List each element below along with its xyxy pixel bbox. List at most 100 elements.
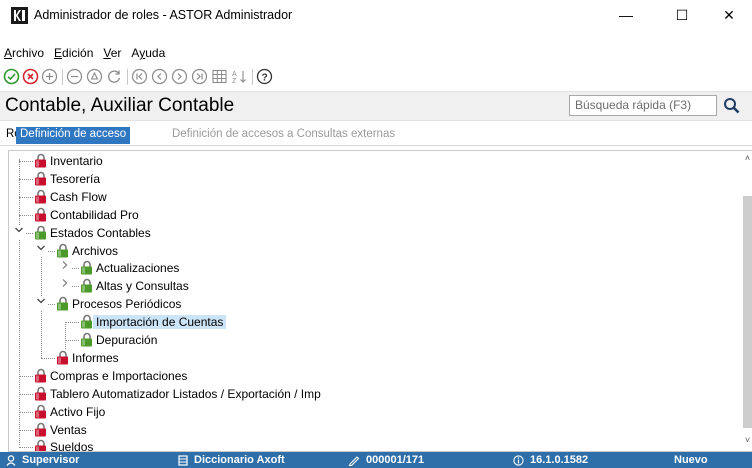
status-record: 000001/171 [348,454,424,466]
last-record-icon[interactable] [191,68,208,85]
search-input[interactable]: Búsqueda rápida (F3) [569,95,717,116]
refresh-icon[interactable] [106,68,123,85]
search-icon[interactable] [722,96,742,116]
unlocked-padlock-icon[interactable] [78,277,95,294]
sort-icon[interactable]: AZ [231,68,248,85]
tree-item-contabilidad-pro[interactable]: Contabilidad Pro [9,206,734,224]
tree-item-inventario[interactable]: Inventario [9,152,734,170]
close-button[interactable]: ✕ [706,0,752,30]
tree-item-label: Importación de Cuentas [93,315,227,330]
next-record-icon[interactable] [171,68,188,85]
tree-item-label: Tablero Automatizador Listados / Exporta… [50,386,321,401]
tree-item-activo-fijo[interactable]: Activo Fijo [9,403,734,421]
tree-item-informes[interactable]: Informes [9,349,734,367]
minimize-button[interactable]: — [603,0,649,30]
minimize-icon: — [619,7,633,23]
help-icon[interactable]: ? [256,68,273,85]
tree-item-sueldos[interactable]: Sueldos [9,438,734,451]
tree-item-label: Altas y Consultas [96,279,189,294]
unlocked-padlock-icon[interactable] [32,224,49,241]
collapse-chevron-icon[interactable] [35,242,47,257]
status-record-label: 000001/171 [366,454,425,466]
toolbar-separator [252,69,253,85]
tree-item-label: Compras e Importaciones [50,368,188,383]
svg-text:Z: Z [232,78,237,85]
scrollbar-thumb[interactable] [743,196,752,428]
tree-connector-line [19,178,33,180]
toolbar: AZ ? [0,66,752,88]
status-user-label: Supervisor [22,454,80,466]
tree-connector-line [19,393,33,395]
tree-item-estados-contables[interactable]: Estados Contables [9,224,734,242]
tab-consultas-externas[interactable]: Definición de accesos a Consultas extern… [168,127,399,144]
title-bar: Administrador de roles - ASTOR Administr… [0,0,752,30]
page-header: Contable, Auxiliar Contable Búsqueda ráp… [0,91,752,121]
previous-record-icon[interactable] [151,68,168,85]
tree-item-label: Cash Flow [50,189,107,204]
vertical-scrollbar[interactable]: ˄ ˅ [742,151,752,451]
locked-padlock-icon[interactable] [32,421,49,438]
tree-connector-line [65,340,79,341]
accept-icon[interactable] [3,68,20,85]
tree-item-depuracion[interactable]: Depuración [9,331,734,349]
tree-item-altas-y-consultas[interactable]: Altas y Consultas [9,277,734,295]
menu-archivo[interactable]: Archivo [4,46,44,64]
menu-edicion[interactable]: Edición [54,46,93,64]
unlocked-padlock-icon[interactable] [78,259,95,276]
tree-item-cash-flow[interactable]: Cash Flow [9,188,734,206]
tree-item-label: Estados Contables [50,225,151,240]
add-icon[interactable] [41,68,58,85]
locked-padlock-icon[interactable] [32,206,49,223]
locked-padlock-icon[interactable] [32,188,49,205]
tree-item-tablero-automatizador-listados-exportacion-imp[interactable]: Tablero Automatizador Listados / Exporta… [9,385,734,403]
status-version-label: 16.1.0.1582 [530,454,589,466]
locked-padlock-icon[interactable] [32,385,49,402]
expand-chevron-icon[interactable] [59,260,71,275]
unlocked-padlock-icon[interactable] [54,295,71,312]
locked-padlock-icon[interactable] [32,403,49,420]
toolbar-separator [127,69,128,85]
status-user: Supervisor [6,454,79,466]
menu-ver[interactable]: Ver [103,46,121,64]
tree-item-actualizaciones[interactable]: Actualizaciones [9,259,734,277]
tree-item-archivos[interactable]: Archivos [9,242,734,260]
scroll-down-icon[interactable]: ˅ [742,435,752,447]
unlocked-padlock-icon[interactable] [54,242,71,259]
maximize-button[interactable]: ☐ [659,0,705,30]
tab-definicion-acceso[interactable]: Definición de acceso [16,127,131,144]
locked-padlock-icon[interactable] [32,438,49,451]
toolbar-separator [62,69,63,85]
tree-item-ventas[interactable]: Ventas [9,421,734,439]
tree-item-label: Archivos [72,243,119,258]
unlocked-padlock-icon[interactable] [78,331,95,348]
locked-padlock-icon[interactable] [54,349,71,366]
tree-item-label: Tesorería [50,171,101,186]
cancel-icon[interactable] [22,68,39,85]
tree-item-label: Ventas [50,422,87,437]
tree-connector-line [65,322,79,324]
tree-connector-line [19,161,33,162]
locked-padlock-icon[interactable] [32,367,49,384]
collapse-chevron-icon[interactable] [13,224,25,239]
first-record-icon[interactable] [131,68,148,85]
tree-item-tesoreria[interactable]: Tesorería [9,170,734,188]
tree-item-compras-e-importaciones[interactable]: Compras e Importaciones [9,367,734,385]
status-mode: Nuevo [674,454,708,466]
tree-connector-line [19,196,33,198]
remove-icon[interactable] [66,68,83,85]
maximize-icon: ☐ [675,6,689,23]
locked-padlock-icon[interactable] [32,152,49,169]
tree-connector-line [19,447,33,449]
menu-ayuda[interactable]: Ayuda [131,46,165,64]
locked-padlock-icon[interactable] [32,170,49,187]
tree-item-label: Informes [72,350,119,365]
collapse-chevron-icon[interactable] [35,296,47,311]
scroll-up-icon[interactable]: ˄ [742,153,752,165]
mark-icon[interactable] [86,68,103,85]
status-bar: Supervisor Diccionario Axoft 000001/171 … [0,452,752,468]
tree-item-label: Activo Fijo [50,404,106,419]
grid-icon[interactable] [211,68,228,85]
tree-item-procesos-periodicos[interactable]: Procesos Periódicos [9,295,734,313]
tree-item-importacion-de-cuentas[interactable]: Importación de Cuentas [9,313,734,331]
expand-chevron-icon[interactable] [59,278,71,293]
